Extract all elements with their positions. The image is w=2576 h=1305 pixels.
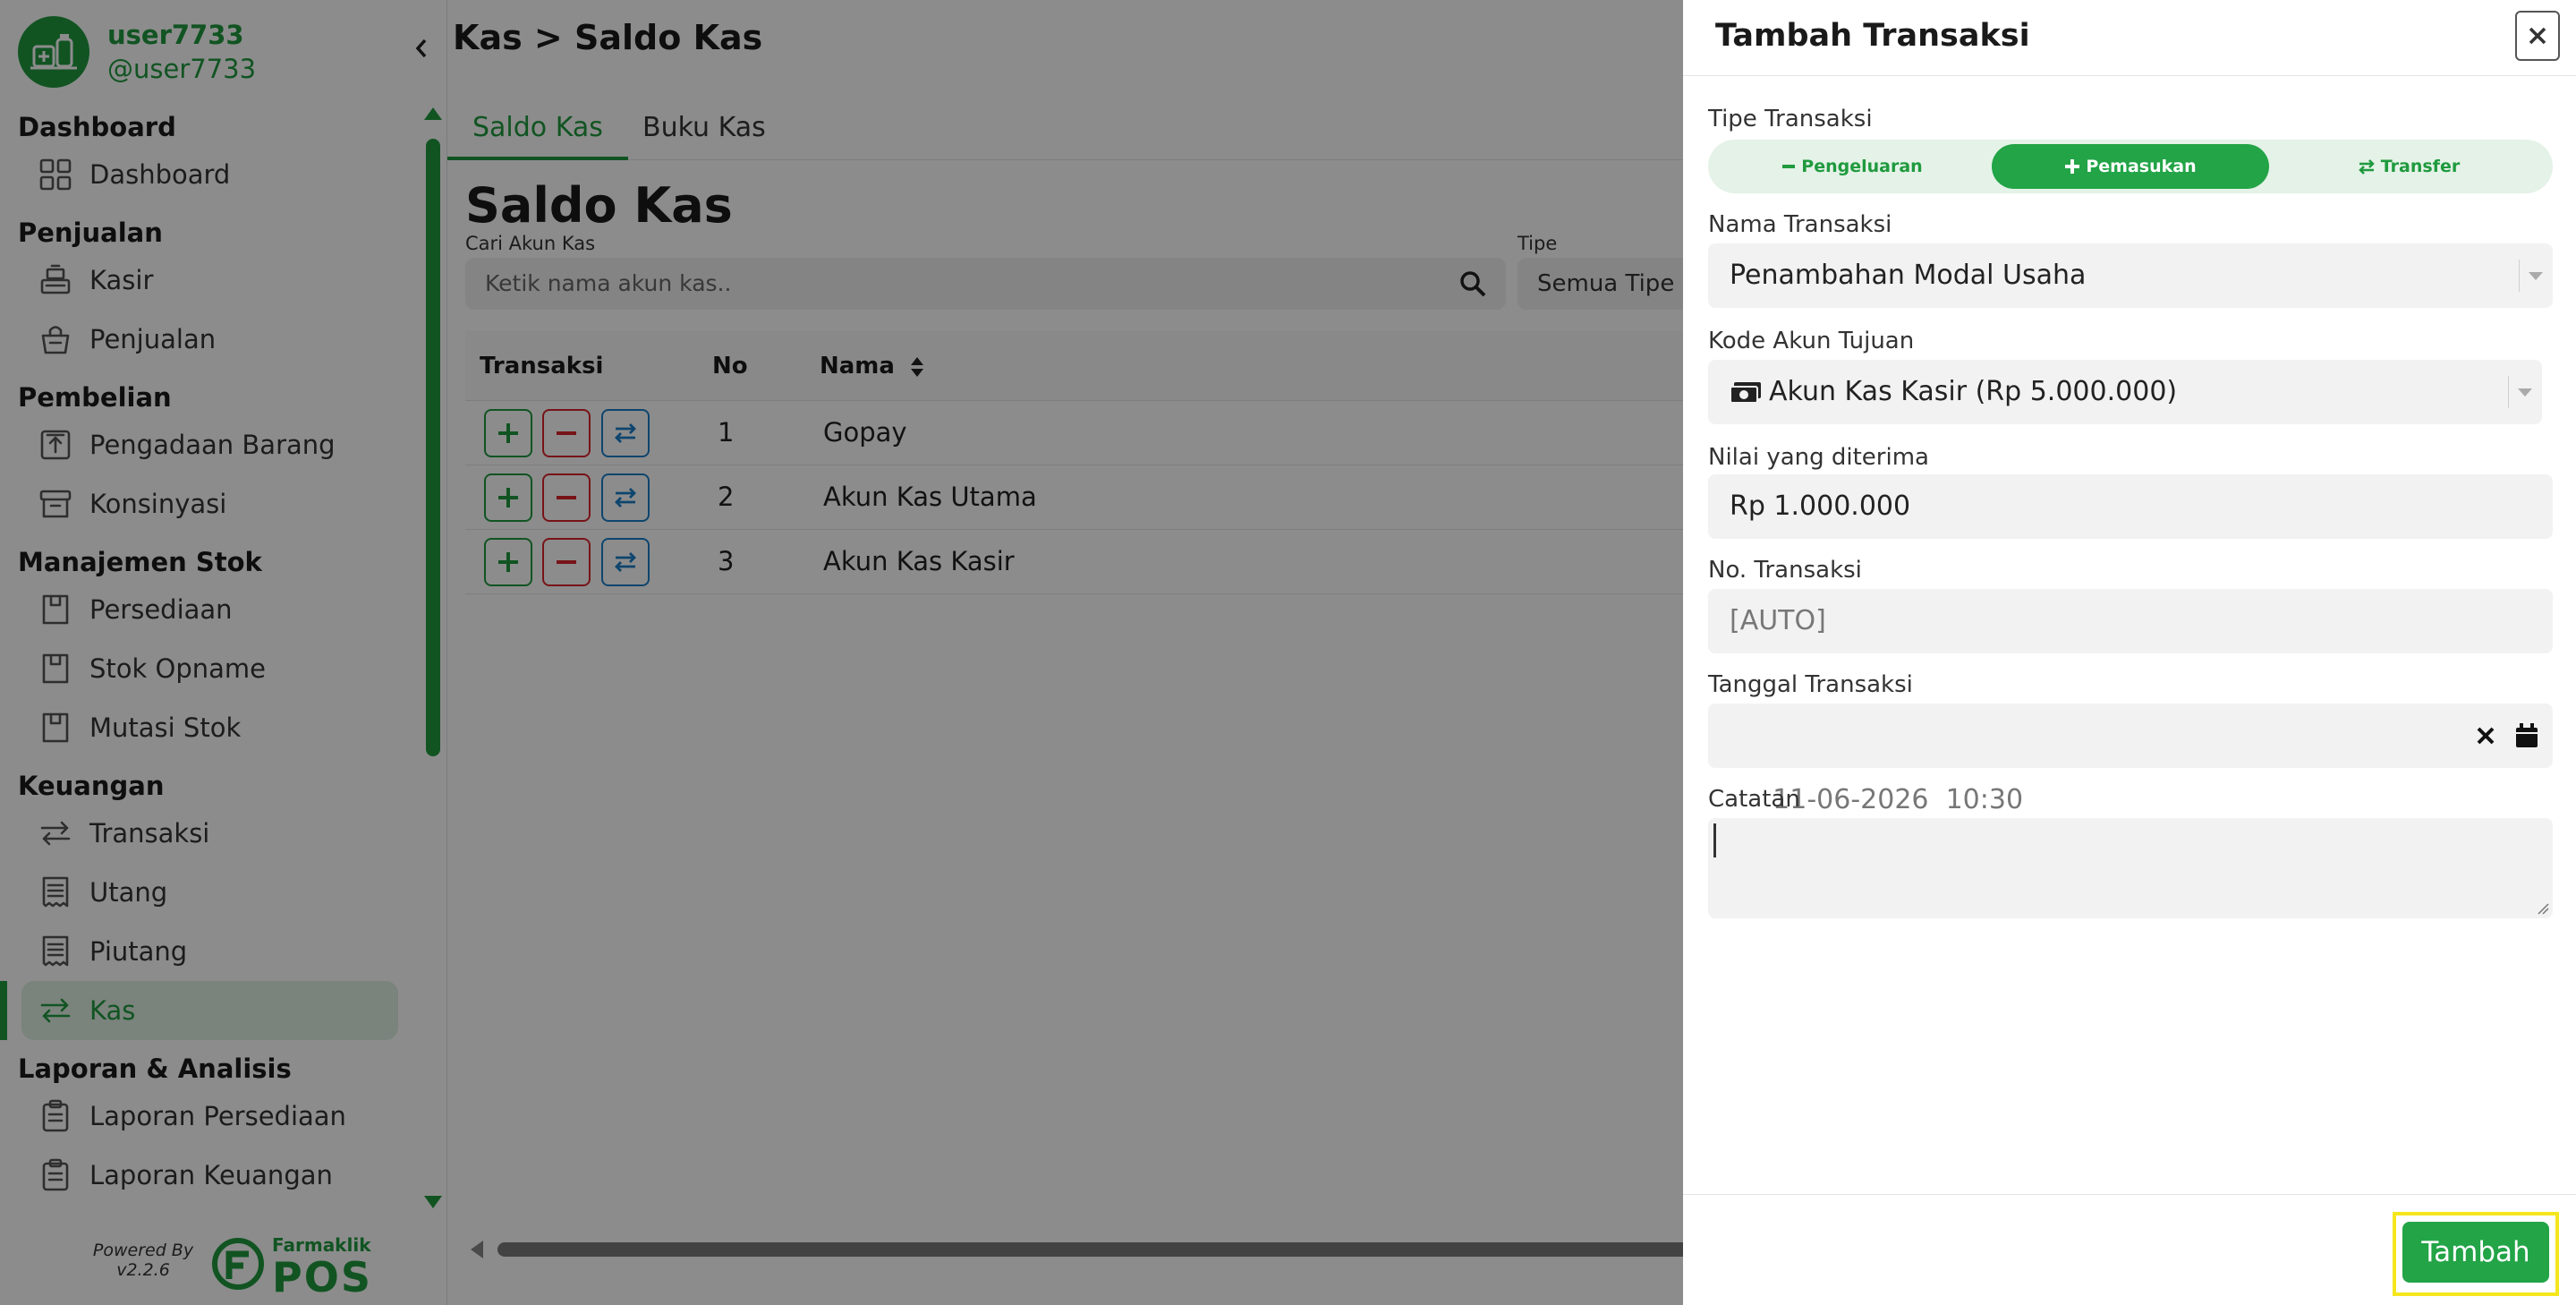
note-textarea[interactable] (1708, 818, 2553, 918)
type-transfer-label: Transfer (2380, 157, 2461, 176)
target-account-value: Akun Kas Kasir (Rp 5.000.000) (1769, 376, 2178, 407)
drawer-header: Tambah Transaksi (1683, 0, 2576, 76)
note-label: Catatan (1708, 786, 1800, 813)
modal-backdrop[interactable] (0, 0, 1683, 1305)
target-account-select[interactable]: Akun Kas Kasir (Rp 5.000.000) (1708, 360, 2542, 424)
close-icon (2529, 27, 2546, 45)
transaction-name-label: Nama Transaksi (1708, 211, 1892, 238)
amount-label: Nilai yang diterima (1708, 444, 1929, 471)
close-button[interactable] (2515, 11, 2560, 61)
transaction-name-value: Penambahan Modal Usaha (1730, 260, 2087, 291)
transaction-number-label: No. Transaksi (1708, 557, 1862, 584)
target-account-label: Kode Akun Tujuan (1708, 328, 1915, 354)
calendar-icon[interactable] (2515, 723, 2538, 748)
transaction-date-value: 11-06-2026 10:30 (1773, 784, 2024, 815)
transaction-name-select[interactable]: Penambahan Modal Usaha (1708, 243, 2553, 308)
transaction-date-label: Tanggal Transaksi (1708, 671, 1913, 698)
type-pemasukan-label: Pemasukan (2086, 157, 2197, 176)
type-transfer-button[interactable]: Transfer (2270, 144, 2547, 189)
drawer-title: Tambah Transaksi (1715, 18, 2030, 54)
type-pemasukan-button[interactable]: Pemasukan (1992, 144, 2269, 189)
text-caret (1713, 823, 1716, 857)
transaction-type-toggle: Pengeluaran Pemasukan Transfer (1708, 140, 2553, 193)
transaction-date-input[interactable]: 11-06-2026 10:30 (1708, 704, 2553, 815)
transaction-number-input[interactable]: [AUTO] (1708, 589, 2553, 653)
dropdown-arrow-icon[interactable] (2519, 260, 2544, 292)
dropdown-arrow-icon[interactable] (2508, 376, 2533, 408)
clear-date-icon[interactable] (2476, 726, 2495, 746)
plus-icon (2065, 159, 2080, 174)
submit-button[interactable]: Tambah (2402, 1222, 2549, 1283)
cash-money-icon (1730, 381, 1761, 404)
transaction-type-label: Tipe Transaksi (1708, 106, 1873, 132)
resize-grip-icon[interactable] (2537, 902, 2549, 915)
add-transaction-drawer: Tambah Transaksi Tipe Transaksi Pengelua… (1683, 0, 2576, 1305)
amount-input[interactable]: Rp 1.000.000 (1708, 474, 2553, 539)
type-pengeluaran-button[interactable]: Pengeluaran (1713, 144, 1991, 189)
transfer-icon (2359, 159, 2375, 175)
minus-icon (1782, 165, 1796, 168)
drawer-footer: Tambah (1683, 1194, 2576, 1305)
type-pengeluaran-label: Pengeluaran (1801, 157, 1923, 176)
